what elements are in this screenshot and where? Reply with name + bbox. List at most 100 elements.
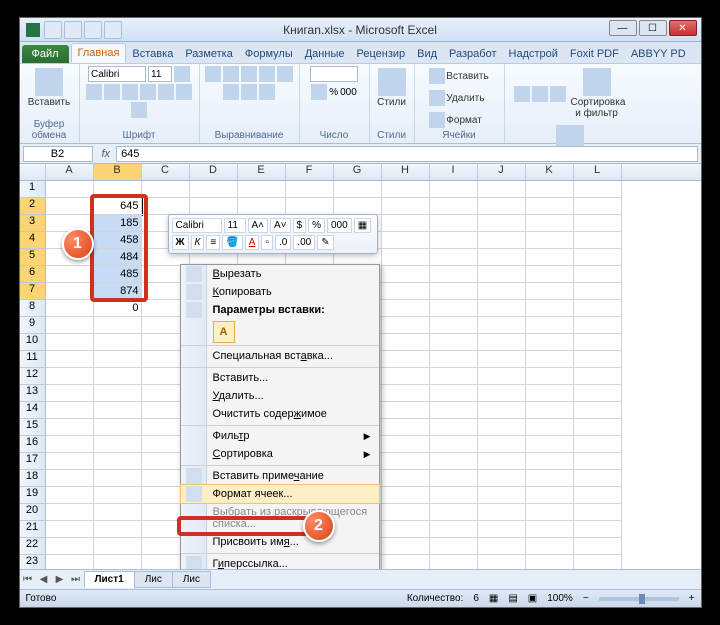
sheet-nav-last[interactable]: ⏭ [68, 574, 84, 585]
cell-J11[interactable] [478, 351, 526, 368]
cell-A15[interactable] [46, 419, 94, 436]
cell-H3[interactable] [382, 215, 430, 232]
cell-K9[interactable] [526, 317, 574, 334]
cell-E1[interactable] [238, 181, 286, 198]
cell-B3[interactable]: 185 [94, 215, 142, 232]
cell-K18[interactable] [526, 470, 574, 487]
cell-H19[interactable] [382, 487, 430, 504]
ctx-filter[interactable]: Фильтр▶ [181, 425, 379, 445]
cell-L18[interactable] [574, 470, 622, 487]
cell-L20[interactable] [574, 504, 622, 521]
zoom-out-button[interactable]: − [583, 593, 589, 604]
cell-H10[interactable] [382, 334, 430, 351]
ctx-delete[interactable]: Удалить... [181, 387, 379, 405]
zoom-slider[interactable] [599, 597, 679, 601]
cell-J15[interactable] [478, 419, 526, 436]
cell-A8[interactable] [46, 300, 94, 317]
cell-B17[interactable] [94, 453, 142, 470]
cell-L11[interactable] [574, 351, 622, 368]
maximize-button[interactable]: ☐ [639, 20, 667, 36]
close-button[interactable]: ✕ [669, 20, 697, 36]
italic-icon[interactable] [122, 84, 138, 100]
styles-button[interactable]: Стили [374, 66, 409, 110]
cell-B16[interactable] [94, 436, 142, 453]
align-right-icon[interactable] [241, 84, 257, 100]
cell-I18[interactable] [430, 470, 478, 487]
cell-H6[interactable] [382, 266, 430, 283]
cell-K20[interactable] [526, 504, 574, 521]
cell-B9[interactable] [94, 317, 142, 334]
ctx-clear-contents[interactable]: Очистить содержимое [181, 405, 379, 423]
cell-B6[interactable]: 485 [94, 266, 142, 283]
tab-abbyy[interactable]: ABBYY PD [625, 45, 692, 63]
cell-J14[interactable] [478, 402, 526, 419]
cell-J3[interactable] [478, 215, 526, 232]
fill-icon[interactable] [532, 86, 548, 102]
sheet-nav-prev[interactable]: ◀ [36, 574, 52, 585]
cell-H4[interactable] [382, 232, 430, 249]
cell-B4[interactable]: 458 [94, 232, 142, 249]
mini-format-icon[interactable]: ▦ [354, 218, 371, 233]
cell-J13[interactable] [478, 385, 526, 402]
cell-K22[interactable] [526, 538, 574, 555]
cell-H12[interactable] [382, 368, 430, 385]
cell-A21[interactable] [46, 521, 94, 538]
cell-H22[interactable] [382, 538, 430, 555]
cell-L22[interactable] [574, 538, 622, 555]
cell-K13[interactable] [526, 385, 574, 402]
cell-I10[interactable] [430, 334, 478, 351]
comma-icon[interactable]: 000 [340, 87, 357, 98]
cell-J4[interactable] [478, 232, 526, 249]
cell-I5[interactable] [430, 249, 478, 266]
zoom-level[interactable]: 100% [547, 593, 573, 604]
cell-I3[interactable] [430, 215, 478, 232]
cell-H14[interactable] [382, 402, 430, 419]
col-B[interactable]: B [94, 164, 142, 180]
fx-icon[interactable]: fx [96, 148, 117, 160]
mini-comma-icon[interactable]: 000 [327, 218, 352, 233]
cell-D2[interactable] [190, 198, 238, 215]
tab-data[interactable]: Данные [299, 45, 351, 63]
col-G[interactable]: G [334, 164, 382, 180]
paste-option-values[interactable]: A [213, 321, 235, 343]
cell-F2[interactable] [286, 198, 334, 215]
paste-button[interactable]: Вставить [25, 66, 73, 110]
cell-G2[interactable] [334, 198, 382, 215]
row-header-22[interactable]: 22 [20, 538, 46, 555]
ctx-insert-comment[interactable]: Вставить примечание [181, 465, 379, 485]
cell-A1[interactable] [46, 181, 94, 198]
cell-L10[interactable] [574, 334, 622, 351]
cell-I13[interactable] [430, 385, 478, 402]
cell-K21[interactable] [526, 521, 574, 538]
cell-G1[interactable] [334, 181, 382, 198]
mini-bold-icon[interactable]: Ж [172, 235, 189, 250]
cell-B12[interactable] [94, 368, 142, 385]
tab-review[interactable]: Рецензир [350, 45, 411, 63]
cell-K5[interactable] [526, 249, 574, 266]
align-middle-icon[interactable] [223, 66, 239, 82]
cell-H9[interactable] [382, 317, 430, 334]
cell-B19[interactable] [94, 487, 142, 504]
row-header-9[interactable]: 9 [20, 317, 46, 334]
row-header-14[interactable]: 14 [20, 402, 46, 419]
cell-I16[interactable] [430, 436, 478, 453]
cell-L5[interactable] [574, 249, 622, 266]
font-name-select[interactable]: Calibri [88, 66, 146, 82]
cell-K14[interactable] [526, 402, 574, 419]
cell-A20[interactable] [46, 504, 94, 521]
cell-L12[interactable] [574, 368, 622, 385]
cell-J6[interactable] [478, 266, 526, 283]
decrease-font-icon[interactable] [86, 84, 102, 100]
row-header-3[interactable]: 3 [20, 215, 46, 232]
col-L[interactable]: L [574, 164, 622, 180]
cell-K10[interactable] [526, 334, 574, 351]
cell-H16[interactable] [382, 436, 430, 453]
cell-I2[interactable] [430, 198, 478, 215]
row-header-4[interactable]: 4 [20, 232, 46, 249]
cell-J7[interactable] [478, 283, 526, 300]
cell-I15[interactable] [430, 419, 478, 436]
qat-customize-icon[interactable] [104, 21, 122, 39]
mini-painter-icon[interactable]: ✎ [317, 235, 333, 250]
cell-A19[interactable] [46, 487, 94, 504]
ctx-format-cells[interactable]: Формат ячеек... [181, 485, 379, 503]
